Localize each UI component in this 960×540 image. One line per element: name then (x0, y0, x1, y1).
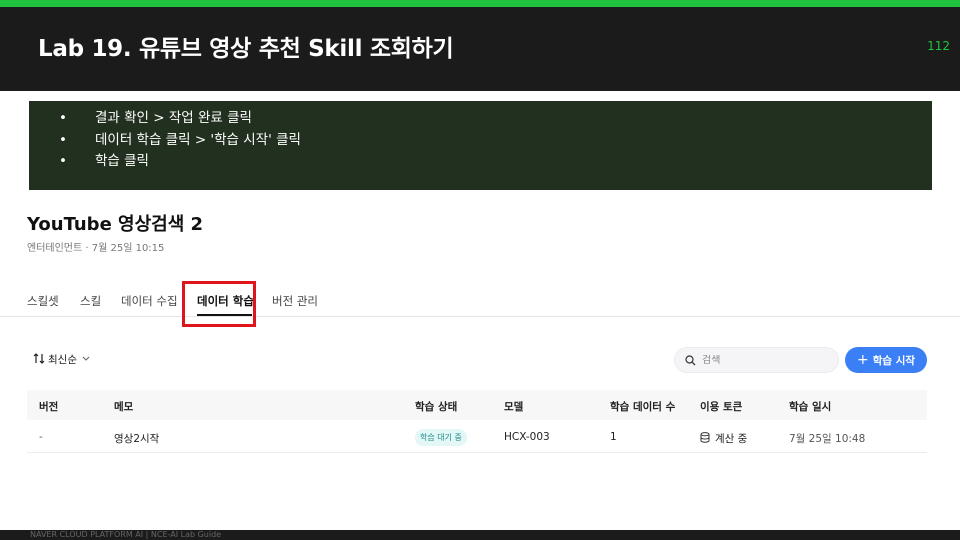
slide-header: Lab 19. 유튜브 영상 추천 Skill 조회하기 112 (0, 7, 960, 91)
cell-token: 계산 중 (700, 431, 747, 446)
database-icon (700, 431, 710, 446)
top-accent-bar (0, 0, 960, 7)
start-training-button[interactable]: + 학습 시작 (845, 347, 927, 373)
search-icon (685, 351, 696, 370)
search-box[interactable] (674, 347, 839, 373)
divider (0, 316, 960, 317)
column-header: 학습 상태 (415, 401, 458, 413)
cell-datetime: 7월 25일 10:48 (789, 433, 866, 445)
table-row[interactable]: - 영상2시작 학습 대기 중 HCX-003 1 계산 중 7월 25일 10… (27, 421, 927, 453)
instruction-item: 학습 클릭 (59, 151, 301, 173)
cell-data-count: 1 (610, 431, 617, 443)
instruction-item: 결과 확인 > 작업 완료 클릭 (59, 108, 301, 130)
column-header: 학습 일시 (789, 401, 832, 413)
sort-arrows-icon (33, 352, 45, 367)
page-title: YouTube 영상검색 2 (27, 214, 204, 235)
page-number: 112 (927, 39, 950, 53)
instruction-item: 데이터 학습 클릭 > '학습 시작' 클릭 (59, 130, 301, 152)
slide-title: Lab 19. 유튜브 영상 추천 Skill 조회하기 (38, 36, 454, 62)
cell-memo: 영상2시작 (114, 433, 160, 445)
chevron-down-icon (82, 355, 90, 364)
start-training-label: 학습 시작 (872, 354, 916, 367)
instruction-box: 결과 확인 > 작업 완료 클릭 데이터 학습 클릭 > '학습 시작' 클릭 … (29, 101, 932, 190)
footer-text: NAVER CLOUD PLATFORM AI | NCE-AI Lab Gui… (30, 530, 222, 539)
tab-version-management[interactable]: 버전 관리 (272, 293, 318, 309)
tab-skill[interactable]: 스킬 (80, 293, 101, 309)
column-header: 메모 (114, 401, 134, 413)
column-header: 모델 (504, 401, 524, 413)
status-badge: 학습 대기 중 (415, 429, 467, 446)
page-subtitle: 엔터테인먼트 · 7월 25일 10:15 (27, 243, 165, 254)
column-header: 버전 (39, 401, 59, 413)
tab-data-collection[interactable]: 데이터 수집 (121, 293, 178, 309)
sort-dropdown[interactable]: 최신순 (33, 352, 90, 367)
column-header: 이용 토큰 (700, 401, 743, 413)
table-header: 버전 메모 학습 상태 모델 학습 데이터 수 이용 토큰 학습 일시 (27, 390, 927, 420)
cell-version: - (39, 431, 43, 443)
column-header: 학습 데이터 수 (610, 401, 676, 413)
cell-model: HCX-003 (504, 431, 550, 443)
instruction-list: 결과 확인 > 작업 완료 클릭 데이터 학습 클릭 > '학습 시작' 클릭 … (59, 108, 301, 173)
tab-skillset[interactable]: 스킬셋 (27, 293, 59, 309)
plus-icon: + (856, 352, 869, 368)
slide-footer: NAVER CLOUD PLATFORM AI | NCE-AI Lab Gui… (0, 530, 960, 540)
sort-label: 최신순 (48, 354, 77, 366)
search-input[interactable] (702, 354, 822, 366)
token-value: 계산 중 (715, 433, 748, 445)
highlight-box (182, 281, 256, 327)
